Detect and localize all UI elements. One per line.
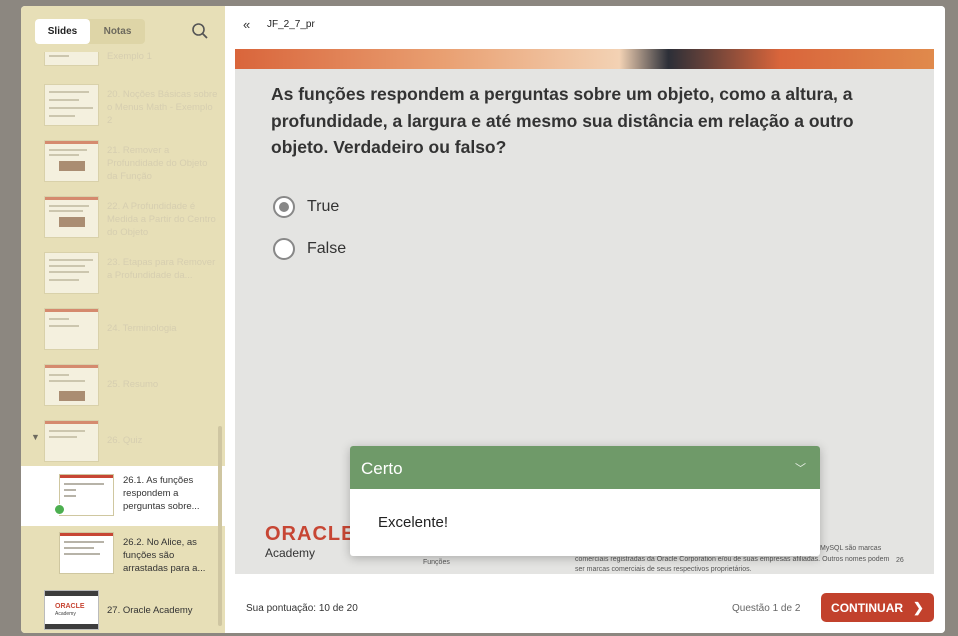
question-counter: Questão 1 de 2 bbox=[732, 603, 801, 614]
score-text: Sua pontuação: 10 de 20 bbox=[246, 603, 358, 614]
list-item[interactable]: 25. Resumo bbox=[21, 364, 225, 420]
slide-thumbnail bbox=[59, 474, 114, 516]
footer-copyright: comerciais registradas da Oracle Corpora… bbox=[575, 556, 890, 573]
slide-label: 20. Noções Básicas sobre o Menus Math - … bbox=[107, 89, 218, 126]
option-label: False bbox=[307, 240, 347, 257]
list-item[interactable]: 22. A Profundidade é Medida a Partir do … bbox=[21, 196, 225, 252]
slide-thumbnail bbox=[44, 52, 99, 66]
slide-thumbnail bbox=[44, 252, 99, 294]
slide-label: 25. Resumo bbox=[107, 379, 159, 390]
sidebar: Slides Notas Exemplo 1 20. Noções Básica… bbox=[21, 6, 225, 633]
slide-label: 26. Quiz bbox=[107, 435, 143, 446]
footer-copyright-top: MySQL são marcas bbox=[820, 545, 882, 552]
footer-section: Funções bbox=[423, 559, 450, 566]
chevron-right-icon: ❯ bbox=[913, 599, 924, 615]
bottom-bar: Sua pontuação: 10 de 20 Questão 1 de 2 C… bbox=[225, 581, 945, 633]
slide-thumbnail bbox=[59, 532, 114, 574]
radio-unselected[interactable] bbox=[273, 238, 295, 260]
list-item[interactable]: 26.2. No Alice, as funções são arrastada… bbox=[21, 528, 225, 584]
list-item[interactable]: ORACLE Academy 27. Oracle Academy bbox=[21, 586, 225, 632]
oracle-thumb-logo: ORACLE bbox=[55, 603, 85, 610]
list-item[interactable]: 20. Noções Básicas sobre o Menus Math - … bbox=[21, 84, 225, 140]
feedback-header[interactable]: Certo ﹀ bbox=[350, 446, 820, 489]
continue-button[interactable]: CONTINUAR ❯ bbox=[821, 593, 934, 622]
slide-label: 22. A Profundidade é Medida a Partir do … bbox=[107, 201, 216, 238]
slide-label: 26.1. As funções respondem a perguntas s… bbox=[123, 475, 200, 512]
option-true[interactable]: True bbox=[273, 196, 339, 218]
academy-label: Academy bbox=[265, 546, 316, 560]
sidebar-tabs: Slides Notas bbox=[35, 19, 145, 44]
list-item[interactable]: 24. Terminologia bbox=[21, 308, 225, 364]
slide-label: 24. Terminologia bbox=[107, 323, 177, 334]
slide-label: 23. Etapas para Remover a Profundidade d… bbox=[107, 257, 216, 281]
oracle-logo: ORACLE bbox=[265, 523, 356, 545]
oracle-thumb-sub: Academy bbox=[55, 611, 76, 617]
top-bar: « JF_2_7_pr bbox=[225, 6, 945, 43]
chevron-down-icon[interactable]: ﹀ bbox=[795, 460, 806, 476]
option-false[interactable]: False bbox=[273, 238, 346, 260]
question-text: As funções respondem a perguntas sobre u… bbox=[271, 84, 854, 157]
list-item[interactable]: 21. Remover a Profundidade do Objeto da … bbox=[21, 140, 225, 196]
collapse-sidebar-icon[interactable]: « bbox=[243, 17, 250, 32]
slide-label: 26.2. No Alice, as funções são arrastada… bbox=[123, 537, 206, 574]
page-number: 26 bbox=[896, 557, 904, 564]
search-icon[interactable] bbox=[191, 22, 209, 40]
app-window: Slides Notas Exemplo 1 20. Noções Básica… bbox=[21, 6, 945, 633]
tab-notes[interactable]: Notas bbox=[90, 19, 145, 44]
continue-label: CONTINUAR bbox=[831, 600, 904, 615]
tab-slides[interactable]: Slides bbox=[35, 19, 90, 44]
slide-thumbnail bbox=[44, 364, 99, 406]
slide-banner bbox=[235, 49, 934, 69]
list-item-active[interactable]: 26.1. As funções respondem a perguntas s… bbox=[21, 466, 225, 526]
slide-thumbnail bbox=[44, 196, 99, 238]
list-item[interactable]: 23. Etapas para Remover a Profundidade d… bbox=[21, 252, 225, 308]
slide-list: Exemplo 1 20. Noções Básicas sobre o Men… bbox=[21, 52, 225, 632]
option-label: True bbox=[307, 198, 340, 215]
slide-thumbnail bbox=[44, 420, 99, 462]
slide-label: Exemplo 1 bbox=[107, 52, 152, 62]
document-title: JF_2_7_pr bbox=[267, 19, 315, 30]
radio-selected[interactable] bbox=[273, 196, 295, 218]
feedback-title: Certo bbox=[361, 459, 403, 478]
collapse-triangle-icon[interactable]: ▼ bbox=[31, 432, 40, 442]
slide-label: 27. Oracle Academy bbox=[107, 605, 193, 616]
slide-thumbnail bbox=[44, 140, 99, 182]
slide-label: 21. Remover a Profundidade do Objeto da … bbox=[107, 145, 208, 182]
feedback-message: Excelente! bbox=[378, 514, 449, 531]
slide-thumbnail: ORACLE Academy bbox=[44, 590, 99, 630]
check-icon bbox=[54, 504, 65, 515]
slide-thumbnail bbox=[44, 308, 99, 350]
sidebar-scrollbar[interactable] bbox=[218, 426, 222, 626]
slide-thumbnail bbox=[44, 84, 99, 126]
feedback-popup: Certo ﹀ Excelente! bbox=[350, 446, 820, 556]
